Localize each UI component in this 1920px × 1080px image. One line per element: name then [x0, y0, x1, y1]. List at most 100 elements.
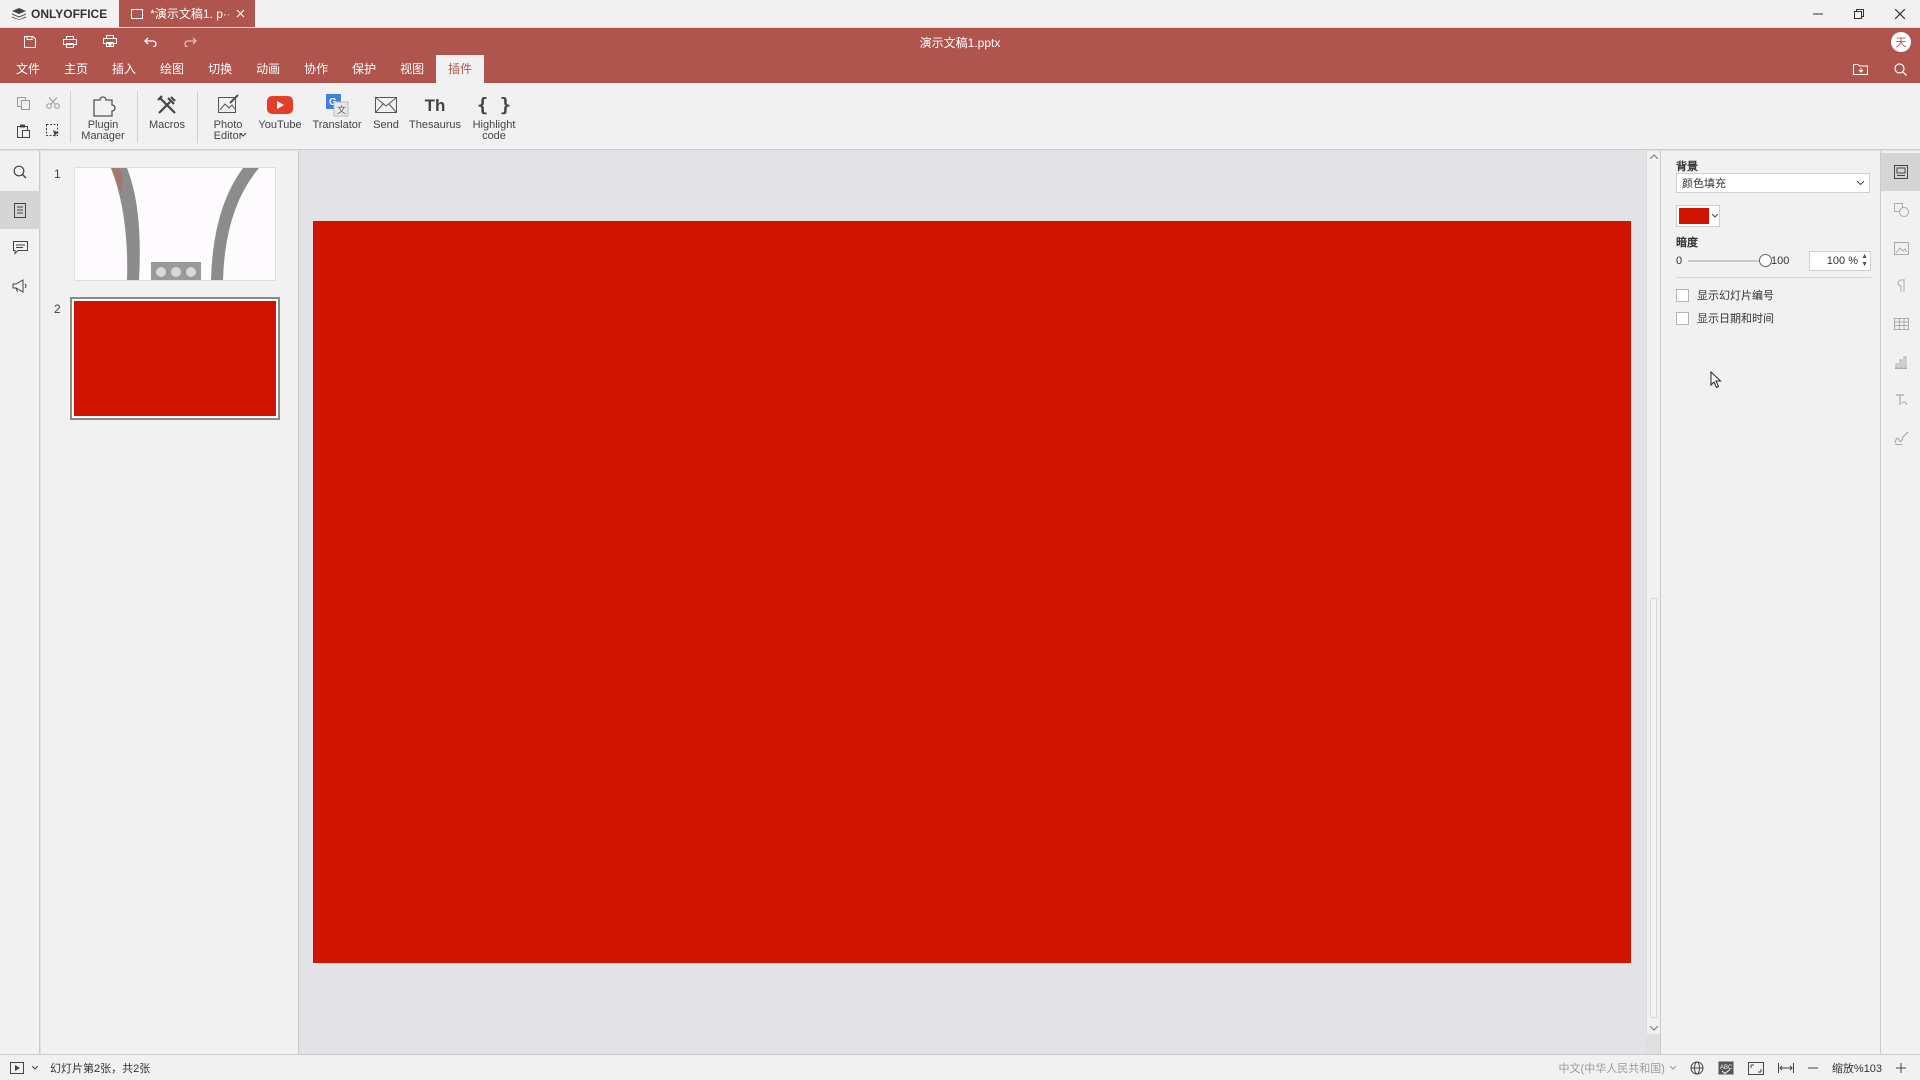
fill-type-dropdown[interactable]: 颜色填充 [1676, 173, 1870, 193]
show-date-time-option[interactable]: 显示日期和时间 [1676, 310, 1774, 326]
show-slide-number-checkbox[interactable] [1676, 288, 1689, 302]
opacity-value: 100 % [1826, 255, 1858, 267]
menu-collaboration[interactable]: 协作 [292, 55, 340, 83]
spell-check-button[interactable]: ABC [1711, 1055, 1741, 1080]
svg-text:文: 文 [337, 104, 346, 116]
onlyoffice-logo[interactable]: ONLYOFFICE [0, 0, 119, 27]
fit-slide-button[interactable] [1741, 1055, 1771, 1080]
image-icon [1893, 241, 1909, 255]
current-slide-canvas[interactable] [313, 221, 1631, 963]
send-label: Send [373, 119, 399, 131]
scrollbar-thumb[interactable] [1650, 598, 1657, 1018]
paragraph-settings-tab[interactable] [1881, 267, 1920, 305]
scroll-up-icon[interactable] [1650, 154, 1658, 159]
paragraph-icon [1896, 279, 1906, 293]
opacity-slider-track[interactable] [1688, 260, 1766, 262]
menu-home[interactable]: 主页 [52, 55, 100, 83]
menu-draw[interactable]: 绘图 [148, 55, 196, 83]
close-tab-icon[interactable] [236, 9, 245, 18]
show-date-time-checkbox[interactable] [1676, 311, 1689, 325]
open-location-button[interactable] [1840, 55, 1880, 83]
opacity-input[interactable]: 100 % ▲ ▼ [1809, 251, 1871, 271]
signature-settings-tab[interactable] [1881, 419, 1920, 457]
text-art-icon [1894, 393, 1908, 407]
chart-settings-tab[interactable] [1881, 343, 1920, 381]
menu-insert[interactable]: 插入 [100, 55, 148, 83]
window-controls [1797, 0, 1920, 27]
vertical-scrollbar[interactable] [1646, 151, 1660, 1034]
menu-animation[interactable]: 动画 [244, 55, 292, 83]
document-tab-title: *演示文稿1. p··· [150, 7, 230, 21]
image-settings-tab[interactable] [1881, 229, 1920, 267]
comments-button[interactable] [0, 229, 40, 267]
select-all-button[interactable] [38, 117, 68, 145]
language-selector[interactable]: 中文(中华人民共和国) [1552, 1055, 1683, 1080]
user-avatar[interactable]: 天 [1891, 32, 1911, 52]
set-language-button[interactable] [1683, 1055, 1711, 1080]
minus-icon [1807, 1067, 1818, 1069]
menu-file[interactable]: 文件 [4, 55, 52, 83]
scissors-icon [46, 97, 60, 109]
toolbar-separator [70, 91, 71, 143]
menu-view[interactable]: 视图 [388, 55, 436, 83]
slide-thumbnail-1[interactable] [74, 167, 276, 281]
youtube-button[interactable]: YouTube [254, 91, 306, 131]
fit-width-button[interactable] [1771, 1055, 1801, 1080]
menu-transitions[interactable]: 切换 [196, 55, 244, 83]
restore-button[interactable] [1838, 0, 1879, 28]
send-button[interactable]: Send [367, 91, 405, 131]
table-settings-tab[interactable] [1881, 305, 1920, 343]
paste-button[interactable] [8, 117, 38, 145]
spinner-arrows-icon[interactable]: ▲ ▼ [1861, 253, 1868, 269]
feedback-button[interactable] [0, 267, 40, 305]
copy-icon [16, 96, 30, 110]
shape-settings-tab[interactable] [1881, 191, 1920, 229]
plugin-manager-button[interactable]: Plugin Manager [78, 91, 128, 142]
slide-position-info: 幻灯片第2张，共2张 [50, 1063, 151, 1075]
translator-button[interactable]: G文 Translator [309, 91, 365, 131]
zoom-out-button[interactable] [1801, 1055, 1825, 1080]
minimize-button[interactable] [1797, 0, 1838, 28]
slide-editing-area [300, 151, 1646, 1054]
slide-number: 1 [54, 167, 61, 181]
chevron-down-icon [1857, 181, 1864, 185]
show-slide-number-label: 显示幻灯片编号 [1697, 290, 1774, 302]
mouse-cursor-icon [1710, 371, 1722, 389]
slides-panel-button[interactable] [0, 191, 40, 229]
thesaurus-button[interactable]: Th Thesaurus [407, 91, 463, 131]
fill-color-picker[interactable] [1676, 205, 1720, 227]
menu-protection[interactable]: 保护 [340, 55, 388, 83]
zoom-in-button[interactable] [1889, 1055, 1920, 1080]
photo-editor-button[interactable]: Photo Editor [204, 91, 252, 142]
slide-settings-panel: 背景 颜色填充 暗度 0 100 100 % ▲ ▼ 显示幻灯片编号 显示日期和时… [1660, 151, 1880, 1054]
fit-slide-icon [1747, 1061, 1764, 1075]
cut-button[interactable] [38, 89, 68, 117]
copy-button[interactable] [8, 89, 38, 117]
scroll-down-icon[interactable] [1650, 1026, 1658, 1031]
zoom-level[interactable]: 缩放%103 [1825, 1055, 1889, 1080]
table-icon [1893, 318, 1909, 330]
start-slideshow-button[interactable] [10, 1062, 26, 1074]
menu-plugins[interactable]: 插件 [436, 55, 485, 83]
search-panel-button[interactable] [0, 153, 40, 191]
color-swatch [1679, 208, 1709, 224]
slide-settings-tab[interactable] [1881, 153, 1920, 191]
macros-icon [156, 91, 178, 119]
search-button[interactable] [1880, 55, 1920, 83]
macros-button[interactable]: Macros [144, 91, 190, 131]
document-tab[interactable]: *演示文稿1. p··· [119, 0, 256, 27]
search-icon [1893, 62, 1907, 76]
translator-icon: G文 [325, 91, 349, 119]
onlyoffice-logo-icon [12, 7, 26, 20]
translator-label: Translator [312, 119, 362, 131]
opacity-label: 暗度 [1676, 237, 1698, 249]
slide-thumbnail-2[interactable] [70, 297, 280, 420]
highlight-code-button[interactable]: { } Highlight code [466, 91, 522, 142]
text-art-settings-tab[interactable] [1881, 381, 1920, 419]
background-label: 背景 [1676, 161, 1698, 173]
show-slide-number-option[interactable]: 显示幻灯片编号 [1676, 287, 1774, 303]
close-window-button[interactable] [1879, 0, 1920, 28]
chevron-down-icon[interactable] [32, 1066, 38, 1070]
language-label: 中文(中华人民共和国) [1558, 1063, 1665, 1075]
search-icon [13, 165, 27, 179]
